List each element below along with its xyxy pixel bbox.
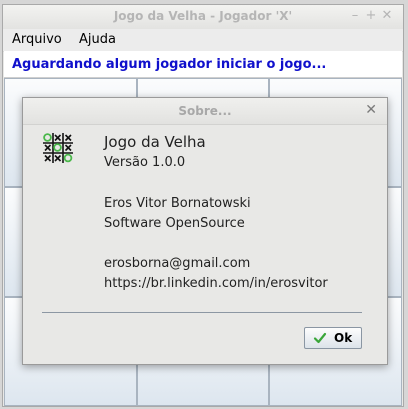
tic-tac-toe-logo-icon [43, 133, 73, 163]
author-name: Eros Vitor Bornatowski [104, 196, 251, 211]
dialog-separator [42, 312, 362, 313]
close-icon[interactable]: ✕ [379, 8, 395, 23]
window-title: Jogo da Velha - Jogador 'X' [113, 9, 293, 23]
check-icon [313, 332, 327, 344]
dialog-title-bar[interactable]: Sobre... ✕ [23, 98, 387, 125]
status-bar: Aguardando algum jogador iniciar o jogo.… [4, 51, 402, 78]
ok-button[interactable]: Ok [304, 327, 362, 349]
license-text: Software OpenSource [104, 216, 245, 231]
ok-label: Ok [334, 331, 353, 345]
dialog-title: Sobre... [178, 104, 232, 118]
about-dialog: Sobre... ✕ Jogo da Velha Versão 1.0.0 Er… [22, 97, 388, 365]
title-bar[interactable]: Jogo da Velha - Jogador 'X' – + ✕ [3, 5, 403, 30]
window-controls: – + ✕ [347, 8, 395, 23]
status-text: Aguardando algum jogador iniciar o jogo.… [12, 57, 327, 72]
linkedin-url: https://br.linkedin.com/in/erosvitor [104, 276, 328, 291]
menu-arquivo[interactable]: Arquivo [12, 32, 62, 47]
dialog-close-icon[interactable]: ✕ [365, 102, 377, 118]
menu-bar: Arquivo Ajuda [3, 29, 403, 52]
maximize-icon[interactable]: + [363, 8, 379, 23]
app-version: Versão 1.0.0 [104, 155, 186, 170]
menu-ajuda[interactable]: Ajuda [79, 32, 116, 47]
app-name: Jogo da Velha [104, 133, 206, 151]
minimize-icon[interactable]: – [347, 8, 363, 23]
contact-email: erosborna@gmail.com [104, 256, 251, 271]
